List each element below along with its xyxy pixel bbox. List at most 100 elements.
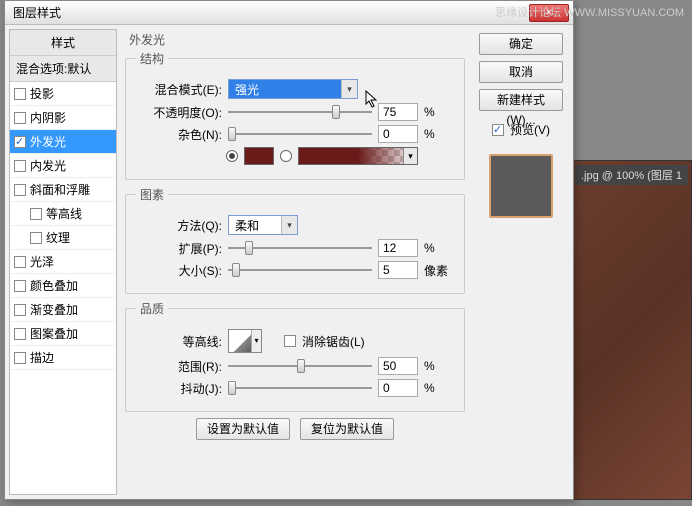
style-checkbox[interactable] (14, 352, 26, 364)
elements-group: 图素 方法(Q): 柔和 ▾ 扩展(P): 12 % 大小(S): (125, 186, 465, 294)
chevron-down-icon: ▾ (341, 80, 357, 98)
document-preview (572, 160, 692, 500)
jitter-unit: % (424, 381, 454, 395)
style-item[interactable]: 内阴影 (10, 106, 116, 130)
quality-legend: 品质 (136, 300, 168, 317)
style-label: 斜面和浮雕 (30, 181, 90, 198)
gradient-radio[interactable] (280, 150, 292, 162)
elements-legend: 图素 (136, 186, 168, 203)
style-item[interactable]: 光泽 (10, 250, 116, 274)
style-checkbox[interactable] (14, 256, 26, 268)
contour-label: 等高线: (136, 333, 222, 350)
range-unit: % (424, 359, 454, 373)
blend-mode-label: 混合模式(E): (136, 81, 222, 98)
size-slider[interactable] (228, 261, 372, 279)
antialias-checkbox[interactable] (284, 335, 296, 347)
jitter-label: 抖动(J): (136, 380, 222, 397)
opacity-unit: % (424, 105, 454, 119)
opacity-slider[interactable] (228, 103, 372, 121)
chevron-down-icon: ▾ (281, 216, 297, 234)
style-item[interactable]: 颜色叠加 (10, 274, 116, 298)
blend-mode-value: 强光 (229, 81, 357, 98)
ok-button[interactable]: 确定 (479, 33, 563, 55)
method-label: 方法(Q): (136, 217, 222, 234)
quality-group: 品质 等高线: ▾ 消除锯齿(L) 范围(R): 50 % 抖动(J): (125, 300, 465, 412)
style-checkbox[interactable] (14, 112, 26, 124)
spread-unit: % (424, 241, 454, 255)
style-label: 光泽 (30, 253, 54, 270)
style-checkbox[interactable] (14, 184, 26, 196)
color-swatch[interactable] (244, 147, 274, 165)
noise-input[interactable]: 0 (378, 125, 418, 143)
antialias-label: 消除锯齿(L) (302, 333, 365, 350)
chevron-down-icon: ▾ (403, 148, 417, 164)
dialog-title: 图层样式 (9, 4, 529, 21)
style-checkbox[interactable] (14, 136, 26, 148)
style-checkbox[interactable] (30, 208, 42, 220)
style-item[interactable]: 斜面和浮雕 (10, 178, 116, 202)
structure-group: 结构 混合模式(E): 强光 ▾ 不透明度(O): 75 % 杂色(N): (125, 50, 465, 180)
cancel-button[interactable]: 取消 (479, 61, 563, 83)
watermark-text: 思缘设计论坛 WWW.MISSYUAN.COM (495, 4, 684, 20)
style-item[interactable]: 图案叠加 (10, 322, 116, 346)
style-label: 外发光 (30, 133, 66, 150)
color-radio[interactable] (226, 150, 238, 162)
opacity-label: 不透明度(O): (136, 104, 222, 121)
style-label: 颜色叠加 (30, 277, 78, 294)
chevron-down-icon: ▾ (251, 330, 261, 352)
style-item[interactable]: 投影 (10, 82, 116, 106)
style-checkbox[interactable] (14, 304, 26, 316)
style-label: 投影 (30, 85, 54, 102)
size-unit: 像素 (424, 262, 454, 279)
jitter-slider[interactable] (228, 379, 372, 397)
structure-legend: 结构 (136, 50, 168, 67)
range-input[interactable]: 50 (378, 357, 418, 375)
style-label: 渐变叠加 (30, 301, 78, 318)
method-combo[interactable]: 柔和 ▾ (228, 215, 298, 235)
range-slider[interactable] (228, 357, 372, 375)
style-item[interactable]: 等高线 (10, 202, 116, 226)
preview-label: 预览(V) (510, 121, 550, 138)
style-item[interactable]: 渐变叠加 (10, 298, 116, 322)
set-default-button[interactable]: 设置为默认值 (196, 418, 290, 440)
right-panel: 确定 取消 新建样式(W)... 预览(V) (473, 29, 569, 495)
blend-mode-combo[interactable]: 强光 ▾ (228, 79, 358, 99)
noise-label: 杂色(N): (136, 126, 222, 143)
jitter-input[interactable]: 0 (378, 379, 418, 397)
panel-title: 外发光 (129, 31, 465, 48)
blend-options-item[interactable]: 混合选项:默认 (10, 56, 116, 82)
noise-slider[interactable] (228, 125, 372, 143)
noise-unit: % (424, 127, 454, 141)
style-checkbox[interactable] (14, 280, 26, 292)
styles-header[interactable]: 样式 (10, 30, 116, 56)
center-panel: 外发光 结构 混合模式(E): 强光 ▾ 不透明度(O): 75 % (123, 29, 473, 495)
style-checkbox[interactable] (14, 160, 26, 172)
layer-style-dialog: 图层样式 × 样式 混合选项:默认 投影内阴影外发光内发光斜面和浮雕等高线纹理光… (4, 0, 574, 500)
document-tab[interactable]: .jpg @ 100% (图层 1 (575, 165, 688, 185)
titlebar[interactable]: 图层样式 × (5, 1, 573, 25)
spread-input[interactable]: 12 (378, 239, 418, 257)
contour-picker[interactable]: ▾ (228, 329, 262, 353)
range-label: 范围(R): (136, 358, 222, 375)
style-checkbox[interactable] (30, 232, 42, 244)
preview-swatch (489, 154, 553, 218)
style-item[interactable]: 内发光 (10, 154, 116, 178)
style-label: 内发光 (30, 157, 66, 174)
size-input[interactable]: 5 (378, 261, 418, 279)
style-label: 内阴影 (30, 109, 66, 126)
style-item[interactable]: 纹理 (10, 226, 116, 250)
new-style-button[interactable]: 新建样式(W)... (479, 89, 563, 111)
style-checkbox[interactable] (14, 88, 26, 100)
preview-checkbox[interactable] (492, 124, 504, 136)
style-label: 图案叠加 (30, 325, 78, 342)
spread-slider[interactable] (228, 239, 372, 257)
style-checkbox[interactable] (14, 328, 26, 340)
style-label: 纹理 (46, 229, 70, 246)
cursor-icon (365, 90, 379, 108)
style-item[interactable]: 外发光 (10, 130, 116, 154)
style-label: 描边 (30, 349, 54, 366)
gradient-picker[interactable]: ▾ (298, 147, 418, 165)
reset-default-button[interactable]: 复位为默认值 (300, 418, 394, 440)
style-item[interactable]: 描边 (10, 346, 116, 370)
opacity-input[interactable]: 75 (378, 103, 418, 121)
